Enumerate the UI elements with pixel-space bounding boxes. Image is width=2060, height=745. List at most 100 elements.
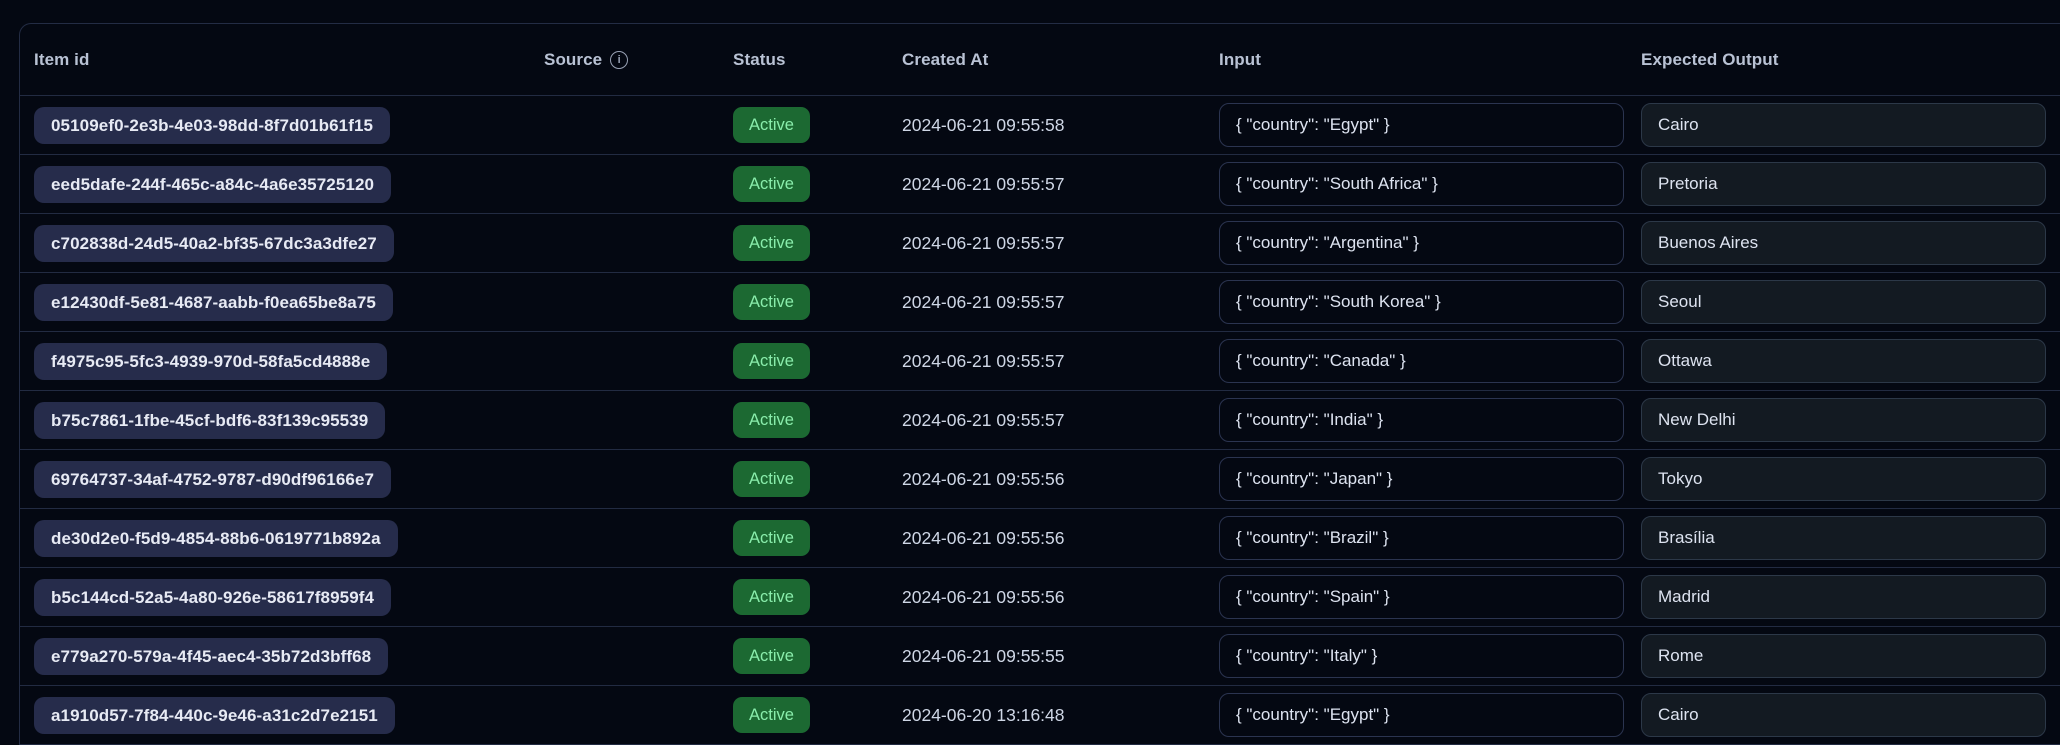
item-id-cell: c702838d-24d5-40a2-bf35-67dc3a3dfe27: [20, 225, 530, 262]
table-row[interactable]: b5c144cd-52a5-4a80-926e-58617f8959f4 Act…: [20, 568, 2060, 627]
created-at-cell: 2024-06-20 13:16:48: [888, 705, 1205, 726]
status-cell: Active: [719, 638, 888, 675]
input-cell: { "country": "Egypt" }: [1205, 103, 1627, 147]
expected-output-value-box: Rome: [1641, 634, 2046, 678]
expected-output-value-box: Madrid: [1641, 575, 2046, 619]
input-cell: { "country": "Spain" }: [1205, 575, 1627, 619]
item-id-badge[interactable]: a1910d57-7f84-440c-9e46-a31c2d7e2151: [34, 697, 395, 734]
item-id-badge[interactable]: eed5dafe-244f-465c-a84c-4a6e35725120: [34, 166, 391, 203]
item-id-cell: b75c7861-1fbe-45cf-bdf6-83f139c95539: [20, 402, 530, 439]
cutoff-cell: [2049, 398, 2060, 442]
column-header-input-label: Input: [1219, 50, 1261, 70]
table-row[interactable]: 69764737-34af-4752-9787-d90df96166e7 Act…: [20, 450, 2060, 509]
status-badge: Active: [733, 225, 810, 262]
status-badge: Active: [733, 166, 810, 203]
cutoff-cell: [2049, 103, 2060, 147]
table-row[interactable]: c702838d-24d5-40a2-bf35-67dc3a3dfe27 Act…: [20, 214, 2060, 273]
status-badge: Active: [733, 697, 810, 734]
expected-output-cell: Seoul: [1627, 280, 2049, 324]
item-id-cell: e779a270-579a-4f45-aec4-35b72d3bff68: [20, 638, 530, 675]
info-icon[interactable]: i: [610, 51, 628, 69]
expected-output-cell: Brasília: [1627, 516, 2049, 560]
item-id-cell: 69764737-34af-4752-9787-d90df96166e7: [20, 461, 530, 498]
table-row[interactable]: e779a270-579a-4f45-aec4-35b72d3bff68 Act…: [20, 627, 2060, 686]
table-row[interactable]: e12430df-5e81-4687-aabb-f0ea65be8a75 Act…: [20, 273, 2060, 332]
table-row[interactable]: 05109ef0-2e3b-4e03-98dd-8f7d01b61f15 Act…: [20, 96, 2060, 155]
input-cell: { "country": "Italy" }: [1205, 634, 1627, 678]
created-at-cell: 2024-06-21 09:55:57: [888, 410, 1205, 431]
expected-output-value-box: Tokyo: [1641, 457, 2046, 501]
item-id-badge[interactable]: f4975c95-5fc3-4939-970d-58fa5cd4888e: [34, 343, 387, 380]
status-cell: Active: [719, 166, 888, 203]
table-header-row: Item id Source i Status Created At Input…: [20, 24, 2060, 96]
cutoff-cell: [2049, 339, 2060, 383]
status-badge: Active: [733, 461, 810, 498]
input-value-box: { "country": "Canada" }: [1219, 339, 1624, 383]
input-value-box: { "country": "Spain" }: [1219, 575, 1624, 619]
created-at-cell: 2024-06-21 09:55:56: [888, 587, 1205, 608]
expected-output-value-box: Ottawa: [1641, 339, 2046, 383]
created-at-cell: 2024-06-21 09:55:57: [888, 351, 1205, 372]
table-row[interactable]: eed5dafe-244f-465c-a84c-4a6e35725120 Act…: [20, 155, 2060, 214]
item-id-badge[interactable]: 69764737-34af-4752-9787-d90df96166e7: [34, 461, 391, 498]
table-row[interactable]: b75c7861-1fbe-45cf-bdf6-83f139c95539 Act…: [20, 391, 2060, 450]
expected-output-cell: Buenos Aires: [1627, 221, 2049, 265]
input-value-box: { "country": "Italy" }: [1219, 634, 1624, 678]
expected-output-value-box: Brasília: [1641, 516, 2046, 560]
created-at-cell: 2024-06-21 09:55:57: [888, 174, 1205, 195]
table-row[interactable]: de30d2e0-f5d9-4854-88b6-0619771b892a Act…: [20, 509, 2060, 568]
item-id-cell: 05109ef0-2e3b-4e03-98dd-8f7d01b61f15: [20, 107, 530, 144]
item-id-badge[interactable]: c702838d-24d5-40a2-bf35-67dc3a3dfe27: [34, 225, 394, 262]
created-at-cell: 2024-06-21 09:55:56: [888, 528, 1205, 549]
cutoff-cell: [2049, 162, 2060, 206]
table-row[interactable]: f4975c95-5fc3-4939-970d-58fa5cd4888e Act…: [20, 332, 2060, 391]
input-value-box: { "country": "India" }: [1219, 398, 1624, 442]
expected-output-cell: Ottawa: [1627, 339, 2049, 383]
status-badge: Active: [733, 402, 810, 439]
created-at-cell: 2024-06-21 09:55:57: [888, 292, 1205, 313]
item-id-cell: e12430df-5e81-4687-aabb-f0ea65be8a75: [20, 284, 530, 321]
input-cell: { "country": "Argentina" }: [1205, 221, 1627, 265]
item-id-badge[interactable]: e779a270-579a-4f45-aec4-35b72d3bff68: [34, 638, 388, 675]
item-id-badge[interactable]: b75c7861-1fbe-45cf-bdf6-83f139c95539: [34, 402, 385, 439]
status-cell: Active: [719, 284, 888, 321]
column-header-source-label: Source: [544, 50, 602, 70]
input-value-box: { "country": "South Africa" }: [1219, 162, 1624, 206]
input-cell: { "country": "South Africa" }: [1205, 162, 1627, 206]
column-header-created-at: Created At: [888, 50, 1205, 70]
input-value-box: { "country": "Japan" }: [1219, 457, 1624, 501]
created-at-cell: 2024-06-21 09:55:57: [888, 233, 1205, 254]
item-id-badge[interactable]: b5c144cd-52a5-4a80-926e-58617f8959f4: [34, 579, 391, 616]
input-value-box: { "country": "Egypt" }: [1219, 693, 1624, 737]
expected-output-value-box: Pretoria: [1641, 162, 2046, 206]
item-id-badge[interactable]: de30d2e0-f5d9-4854-88b6-0619771b892a: [34, 520, 398, 557]
column-header-expected-output: Expected Output: [1627, 50, 2049, 70]
expected-output-value-box: New Delhi: [1641, 398, 2046, 442]
column-header-input: Input: [1205, 50, 1627, 70]
status-badge: Active: [733, 579, 810, 616]
status-cell: Active: [719, 579, 888, 616]
expected-output-cell: Tokyo: [1627, 457, 2049, 501]
expected-output-cell: Cairo: [1627, 693, 2049, 737]
status-cell: Active: [719, 343, 888, 380]
item-id-cell: de30d2e0-f5d9-4854-88b6-0619771b892a: [20, 520, 530, 557]
column-header-item-id-label: Item id: [34, 50, 90, 70]
status-badge: Active: [733, 638, 810, 675]
column-header-source: Source i: [530, 50, 719, 70]
status-cell: Active: [719, 697, 888, 734]
expected-output-cell: Rome: [1627, 634, 2049, 678]
input-value-box: { "country": "South Korea" }: [1219, 280, 1624, 324]
table-row[interactable]: a1910d57-7f84-440c-9e46-a31c2d7e2151 Act…: [20, 686, 2060, 745]
column-header-created-at-label: Created At: [902, 50, 988, 70]
status-cell: Active: [719, 402, 888, 439]
expected-output-value-box: Cairo: [1641, 103, 2046, 147]
column-header-expected-output-label: Expected Output: [1641, 50, 1779, 70]
input-value-box: { "country": "Egypt" }: [1219, 103, 1624, 147]
item-id-badge[interactable]: e12430df-5e81-4687-aabb-f0ea65be8a75: [34, 284, 393, 321]
input-cell: { "country": "South Korea" }: [1205, 280, 1627, 324]
item-id-cell: f4975c95-5fc3-4939-970d-58fa5cd4888e: [20, 343, 530, 380]
cutoff-cell: [2049, 280, 2060, 324]
cutoff-cell: [2049, 221, 2060, 265]
expected-output-cell: New Delhi: [1627, 398, 2049, 442]
item-id-badge[interactable]: 05109ef0-2e3b-4e03-98dd-8f7d01b61f15: [34, 107, 390, 144]
